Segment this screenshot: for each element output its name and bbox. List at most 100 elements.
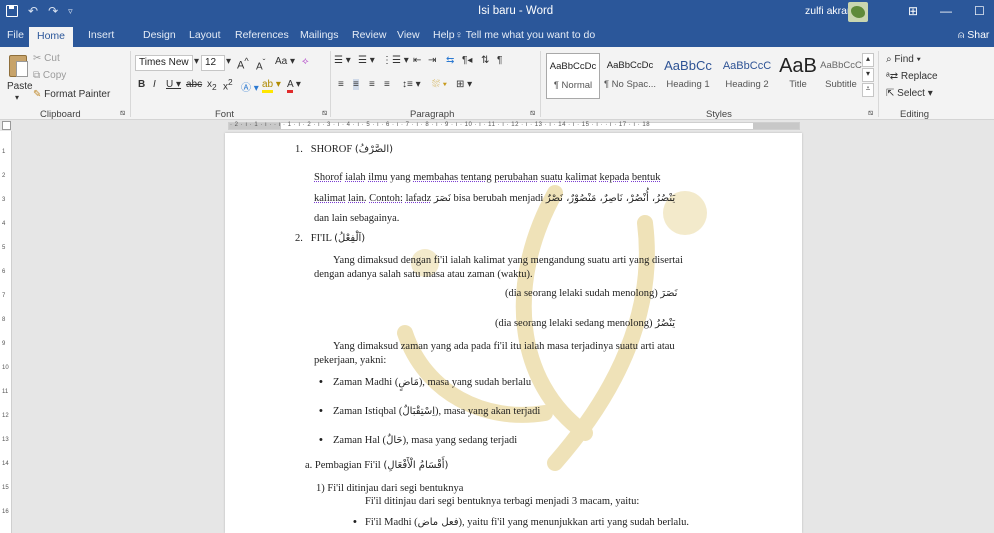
example-line[interactable]: (dia seorang lelaki sedang menolong) يَن… xyxy=(495,318,675,329)
paste-icon[interactable] xyxy=(9,55,28,77)
bold-icon[interactable]: B xyxy=(138,79,145,90)
font-launcher-icon[interactable]: ⧅ xyxy=(322,108,327,118)
superscript-icon[interactable]: x2 xyxy=(223,77,233,92)
share-button[interactable]: ⍝ Shar xyxy=(958,29,989,42)
font-size-select[interactable]: 12 xyxy=(201,55,225,71)
list-item[interactable]: Fi'il Madhi (فعل ماض), yaitu fi'il yang … xyxy=(365,517,689,528)
find-button[interactable]: ⌕ Find ▾ xyxy=(886,54,921,65)
styles-scroll-up-icon[interactable]: ▴ xyxy=(862,53,874,67)
italic-icon[interactable]: I xyxy=(153,79,156,90)
font-family-select[interactable]: Times New F xyxy=(135,55,193,71)
paragraph-line[interactable]: Fi'il ditinjau dari segi bentuknya terba… xyxy=(365,496,639,507)
heading-fiil[interactable]: 2. FI'IL (اَلْفِعْلُ) xyxy=(295,233,365,244)
style-subtitle[interactable]: AaBbCcC Subtitle xyxy=(820,53,862,99)
list-item[interactable]: Zaman Istiqbal (اِسْتِقْبَالٌ), masa yan… xyxy=(333,406,540,417)
style-heading-1[interactable]: AaBbCc Heading 1 xyxy=(660,53,716,99)
vruler-number: 1 xyxy=(2,149,6,155)
font-family-dropdown-icon[interactable]: ▾ xyxy=(194,56,199,67)
tab-selector[interactable] xyxy=(2,121,11,130)
horizontal-ruler[interactable]: · 2 · ı · 1 · ı · · ı · 1 · ı · 2 · ı · … xyxy=(0,121,994,131)
clipboard-launcher-icon[interactable]: ⧅ xyxy=(120,108,125,118)
subheading[interactable]: a. Pembagian Fi'il (أَقْسَامُ الْأَفْعَا… xyxy=(305,460,448,471)
ribbon-display-options-icon[interactable]: ⊞ xyxy=(908,4,918,18)
paragraph-line[interactable]: pekerjaan, yakni: xyxy=(314,355,386,366)
increase-indent-icon[interactable]: ⇥ xyxy=(428,55,436,66)
tab-view[interactable]: View xyxy=(397,29,420,41)
highlight-color-icon[interactable]: ab ▾ xyxy=(262,79,281,93)
select-button[interactable]: ⇱ Select ▾ xyxy=(886,88,933,99)
style-title[interactable]: AaB Title xyxy=(778,53,818,99)
replace-button[interactable]: ᵃ⇄ Replace xyxy=(886,71,938,82)
bullets-icon[interactable]: ☰ ▾ xyxy=(334,55,351,66)
paragraph-line[interactable]: Shorof ialah ilmu yang membahas tentang … xyxy=(314,172,660,183)
paragraph-line[interactable]: kalimat lain. Contoh: lafadz نَصَرَ bisa… xyxy=(314,193,675,204)
customize-quick-access-icon[interactable]: ▿ xyxy=(68,6,73,18)
tab-help[interactable]: Help xyxy=(433,29,455,41)
clear-formatting-icon[interactable]: ⟡ xyxy=(302,56,309,67)
align-right-icon[interactable]: ≡ xyxy=(369,79,375,90)
justify-icon[interactable]: ≡ xyxy=(384,79,390,90)
format-painter-button[interactable]: ✎ Format Painter xyxy=(33,89,110,100)
ltr-icon[interactable]: ⇆ xyxy=(446,55,454,66)
document-page[interactable]: 1. SHOROF (الصَّرْفُ) Shorof ialah ilmu … xyxy=(225,133,802,533)
subheading[interactable]: 1) Fi'il ditinjau dari segi bentuknya xyxy=(316,483,463,494)
tab-references[interactable]: References xyxy=(235,29,289,41)
tab-mailings[interactable]: Mailings xyxy=(300,29,339,41)
minimize-button[interactable]: — xyxy=(940,4,952,18)
multilevel-list-icon[interactable]: ⋮☰ ▾ xyxy=(382,55,409,66)
save-icon[interactable] xyxy=(6,5,18,17)
change-case-icon[interactable]: Aa ▾ xyxy=(275,56,295,67)
tab-design[interactable]: Design xyxy=(143,29,176,41)
font-color-icon[interactable]: A ▾ xyxy=(287,79,301,93)
paragraph-launcher-icon[interactable]: ⧅ xyxy=(530,108,535,118)
align-center-icon[interactable]: ≡ xyxy=(353,79,359,90)
line-spacing-icon[interactable]: ↕≡ ▾ xyxy=(402,79,421,90)
rtl-icon[interactable]: ¶◂ xyxy=(462,55,472,66)
avatar[interactable] xyxy=(848,2,868,22)
cut-button[interactable]: ✂ Cut xyxy=(33,53,60,64)
tab-layout[interactable]: Layout xyxy=(189,29,221,41)
strikethrough-icon[interactable]: abc xyxy=(186,79,202,90)
share-icon: ⍝ xyxy=(958,29,965,41)
font-size-dropdown-icon[interactable]: ▾ xyxy=(226,56,231,67)
borders-icon[interactable]: ⊞ ▾ xyxy=(456,79,472,90)
example-line[interactable]: (dia seorang lelaki sudah menolong) نَصَ… xyxy=(505,288,677,299)
maximize-button[interactable]: ☐ xyxy=(974,4,985,18)
subscript-icon[interactable]: x2 xyxy=(207,79,217,92)
styles-more-icon[interactable]: ⩡ xyxy=(862,83,874,97)
underline-icon[interactable]: U ▾ xyxy=(166,79,181,90)
shading-icon[interactable]: ⛆ ▾ xyxy=(432,79,447,90)
vertical-ruler[interactable]: 1 2 3 4 5 6 7 8 9 10 11 12 13 14 15 16 xyxy=(0,131,12,533)
heading-shorof[interactable]: 1. SHOROF (الصَّرْفُ) xyxy=(295,144,393,155)
align-left-icon[interactable]: ≡ xyxy=(338,79,344,90)
text-effects-icon[interactable]: Ⓐ ▾ xyxy=(241,79,259,94)
style-normal[interactable]: AaBbCcDc ¶ Normal xyxy=(546,53,600,99)
decrease-indent-icon[interactable]: ⇤ xyxy=(413,55,421,66)
paragraph-line[interactable]: dengan adanya salah satu masa atau zaman… xyxy=(314,269,533,280)
grow-font-icon[interactable]: A^ xyxy=(237,56,249,72)
list-item[interactable]: Zaman Madhi (مَاضٍ), masa yang sudah ber… xyxy=(333,377,531,388)
tab-home[interactable]: Home xyxy=(29,27,74,47)
tab-review[interactable]: Review xyxy=(352,29,386,41)
redo-icon[interactable]: ↷ xyxy=(48,4,58,18)
style-heading-2[interactable]: AaBbCcC Heading 2 xyxy=(718,53,776,99)
style-no-spacing[interactable]: AaBbCcDc ¶ No Spac... xyxy=(602,53,658,99)
paragraph-line[interactable]: Yang dimaksud dengan fi'il ialah kalimat… xyxy=(333,255,683,266)
numbering-icon[interactable]: ☰ ▾ xyxy=(358,55,375,66)
styles-scroll-down-icon[interactable]: ▾ xyxy=(862,68,874,82)
shrink-font-icon[interactable]: Aˇ xyxy=(256,57,265,72)
paragraph-line[interactable]: Yang dimaksud zaman yang ada pada fi'il … xyxy=(333,341,675,352)
show-marks-icon[interactable]: ¶ xyxy=(497,55,502,66)
undo-icon[interactable]: ↶ xyxy=(28,4,38,18)
list-item[interactable]: Zaman Hal (حَالٌ), masa yang sedang terj… xyxy=(333,435,517,446)
paste-button[interactable]: Paste xyxy=(7,81,33,92)
tab-insert[interactable]: Insert xyxy=(88,29,114,41)
sort-icon[interactable]: ⇅ xyxy=(481,55,489,66)
paragraph-line[interactable]: dan lain sebagainya. xyxy=(314,213,399,224)
paste-dropdown-icon[interactable]: ▾ xyxy=(15,93,19,102)
bullet-icon: • xyxy=(353,516,357,528)
copy-button[interactable]: ⧉ Copy xyxy=(33,70,66,81)
tab-file[interactable]: File xyxy=(7,29,24,41)
tell-me-search[interactable]: ♀ Tell me what you want to do xyxy=(455,29,595,41)
styles-launcher-icon[interactable]: ⧅ xyxy=(868,108,873,118)
